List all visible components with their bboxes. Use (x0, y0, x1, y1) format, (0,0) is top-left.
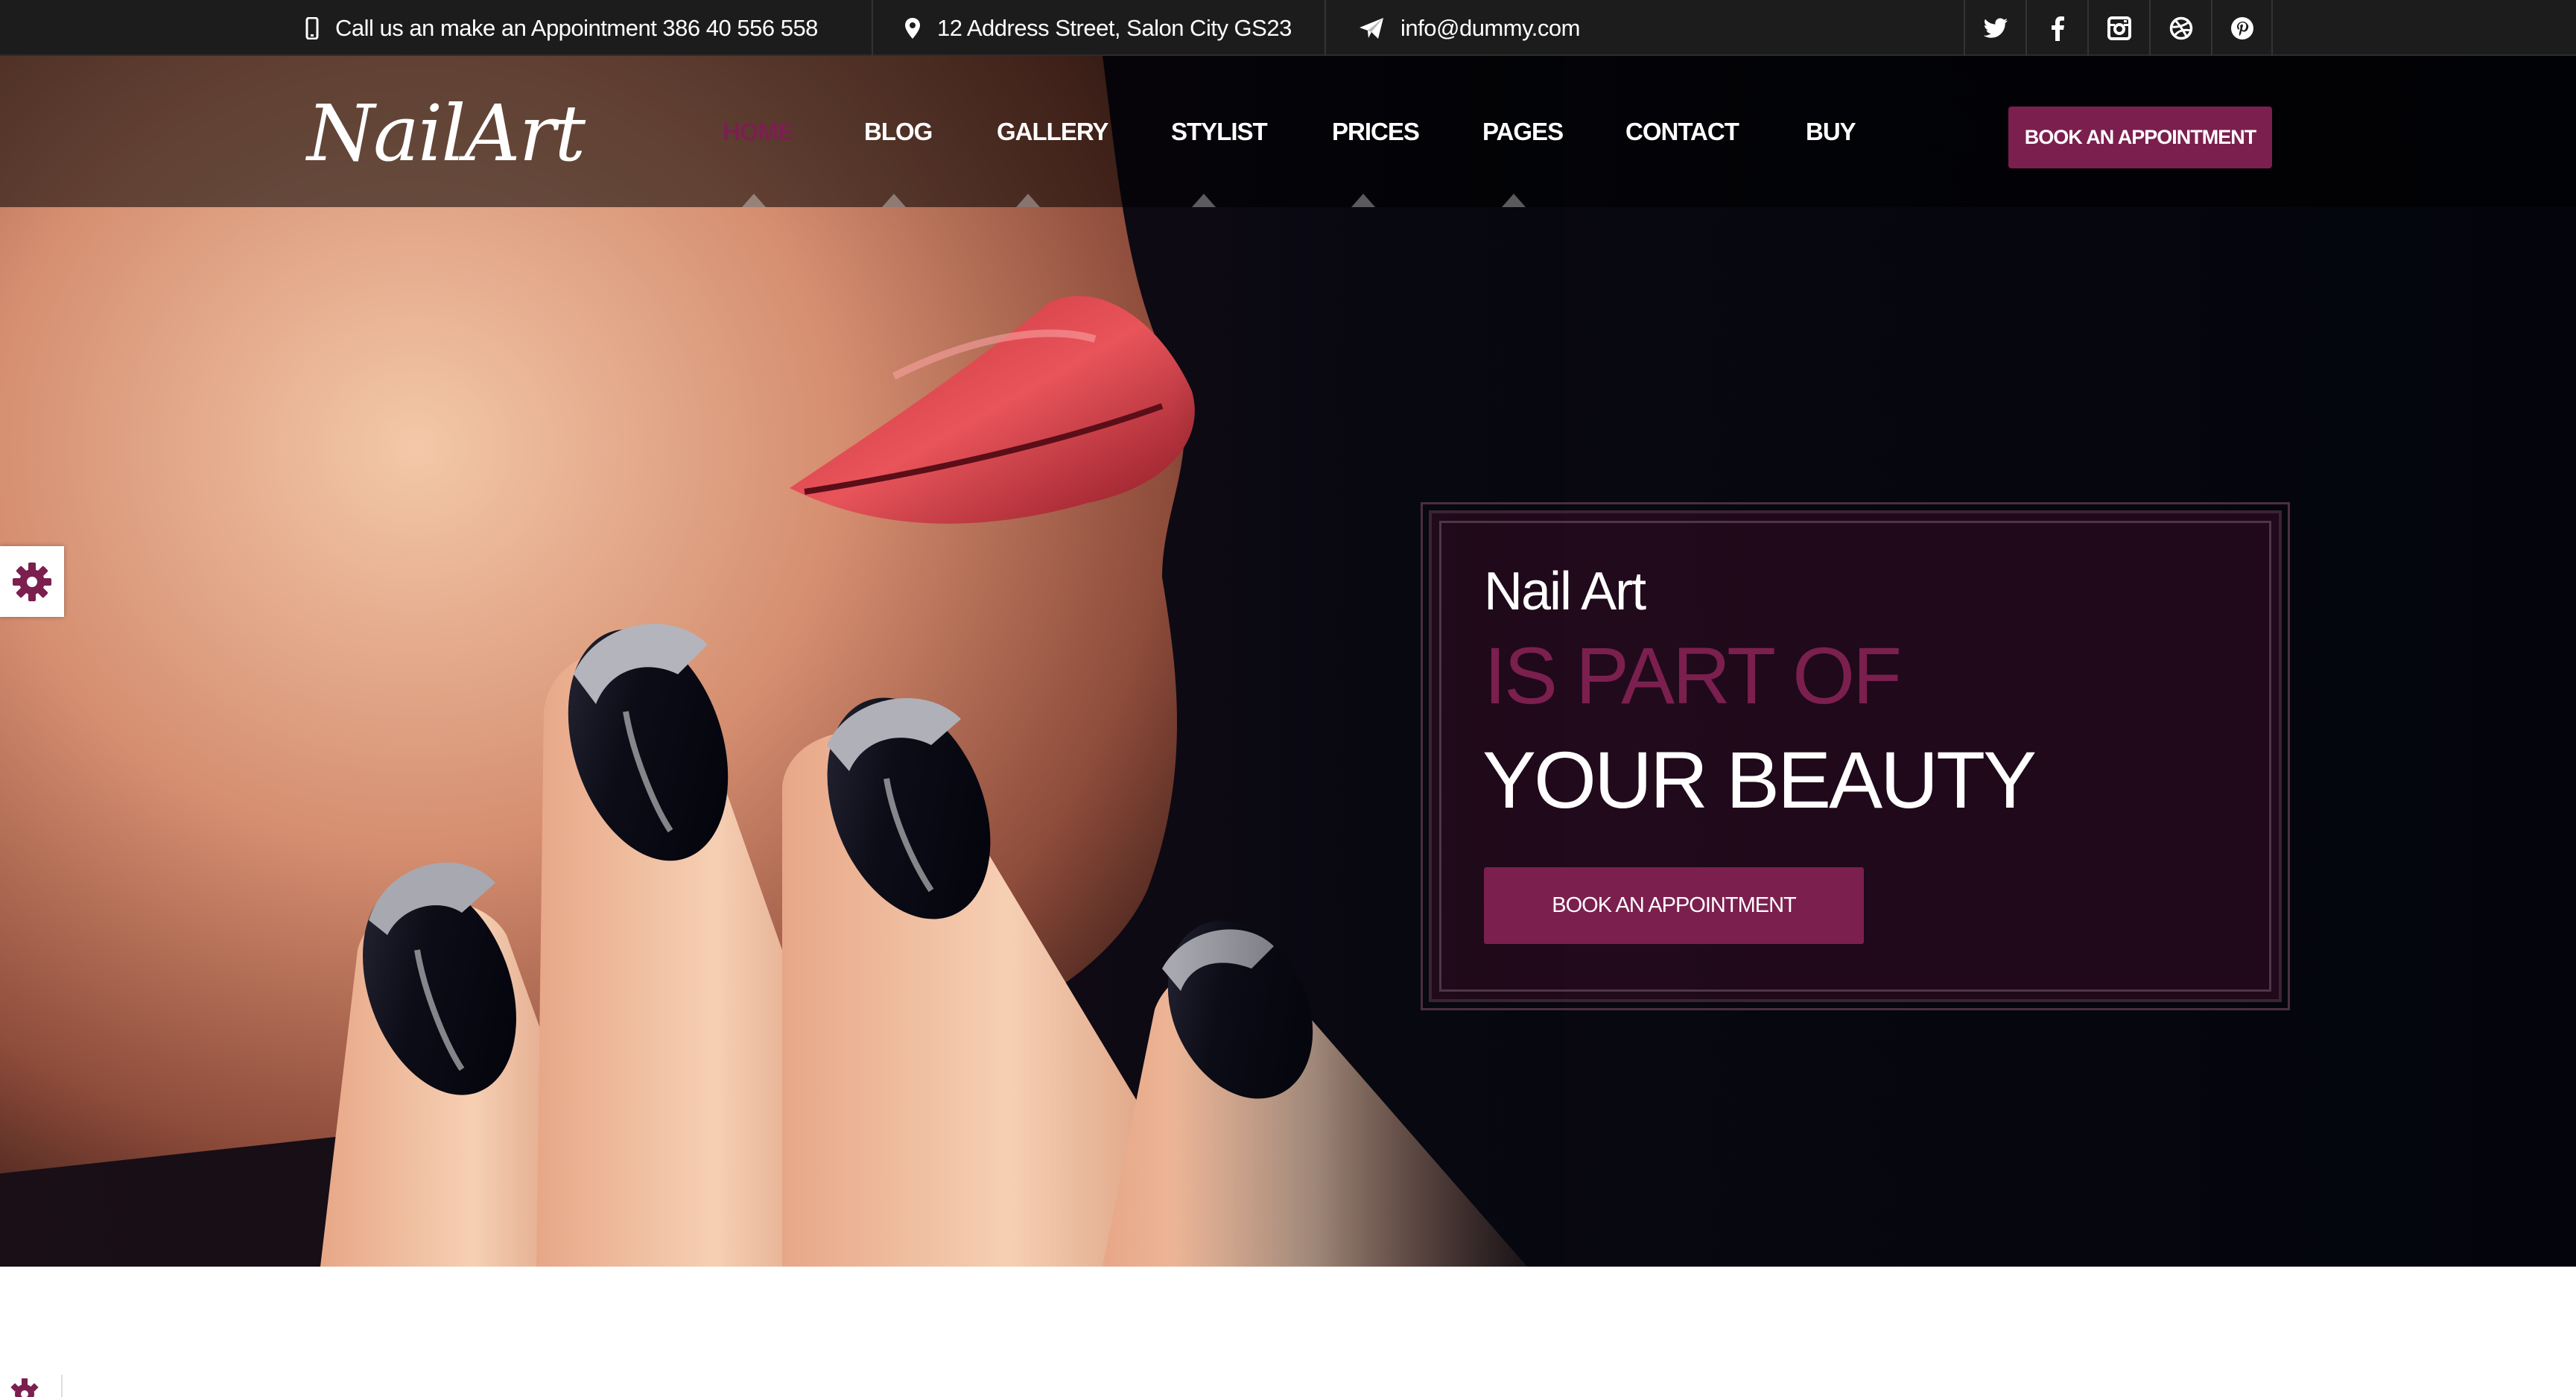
gear-icon-partial (10, 1378, 39, 1397)
hero-subtitle-accent: IS PART OF (1484, 630, 1902, 720)
hero-title: Nail Art (1484, 562, 1646, 621)
nav-blog[interactable]: BLOG (864, 56, 933, 207)
nav-contact[interactable]: CONTACT (1625, 56, 1739, 207)
nav-buy[interactable]: BUY (1806, 56, 1856, 207)
nav-blog-caret (882, 194, 906, 207)
email-text[interactable]: info@dummy.com (1400, 15, 1580, 42)
nav-gallery[interactable]: GALLERY (997, 56, 1108, 207)
site-logo[interactable]: NailArt (307, 88, 586, 179)
address-text: 12 Address Street, Salon City GS23 (937, 14, 1292, 41)
twitter-link[interactable] (1964, 0, 2025, 56)
paper-plane-icon (1360, 17, 1383, 39)
instagram-link[interactable] (2087, 0, 2149, 56)
nav-prices-caret (1351, 194, 1375, 207)
nav-pages-caret (1502, 194, 1526, 207)
hero-photo (0, 56, 1564, 1267)
divider (1325, 0, 1326, 56)
divider (872, 0, 873, 56)
pinterest-icon (2230, 16, 2253, 39)
style-switcher-toggle[interactable] (0, 546, 64, 617)
email-info[interactable]: info@dummy.com (1359, 0, 1580, 56)
hero-subtitle: YOUR BEAUTY (1482, 735, 2037, 825)
map-marker-icon (905, 17, 920, 39)
gear-icon (13, 562, 51, 601)
nav-prices[interactable]: PRICES (1332, 56, 1420, 207)
social-links (1964, 0, 2273, 56)
top-bar: Call us an make an Appointment 386 40 55… (0, 0, 2576, 56)
book-appointment-hero-button[interactable]: BOOK AN APPOINTMENT (1484, 867, 1864, 944)
nav-pages[interactable]: PAGES (1482, 56, 1564, 207)
instagram-icon (2107, 16, 2131, 40)
facebook-link[interactable] (2025, 0, 2087, 56)
dribbble-icon (2169, 16, 2192, 39)
nav-home-caret (742, 194, 766, 207)
nav-stylist[interactable]: STYLIST (1171, 56, 1268, 207)
hero-callout: Nail Art IS PART OF YOUR BEAUTY BOOK AN … (1421, 502, 2290, 1010)
phone-info: Call us an make an Appointment 386 40 55… (305, 0, 818, 56)
dribbble-link[interactable] (2149, 0, 2211, 56)
nav-gallery-caret (1016, 194, 1040, 207)
phone-text: Call us an make an Appointment 386 40 55… (335, 14, 818, 41)
mobile-icon (305, 16, 319, 39)
nav-home[interactable]: HOME (723, 56, 794, 207)
pinterest-link[interactable] (2211, 0, 2273, 56)
nav-stylist-caret (1192, 194, 1216, 207)
address-info: 12 Address Street, Salon City GS23 (904, 0, 1292, 56)
facebook-icon (2051, 16, 2064, 41)
twitter-icon (1983, 18, 2008, 38)
book-appointment-header-button[interactable]: BOOK AN APPOINTMENT (2008, 107, 2272, 168)
divider (61, 1375, 63, 1397)
